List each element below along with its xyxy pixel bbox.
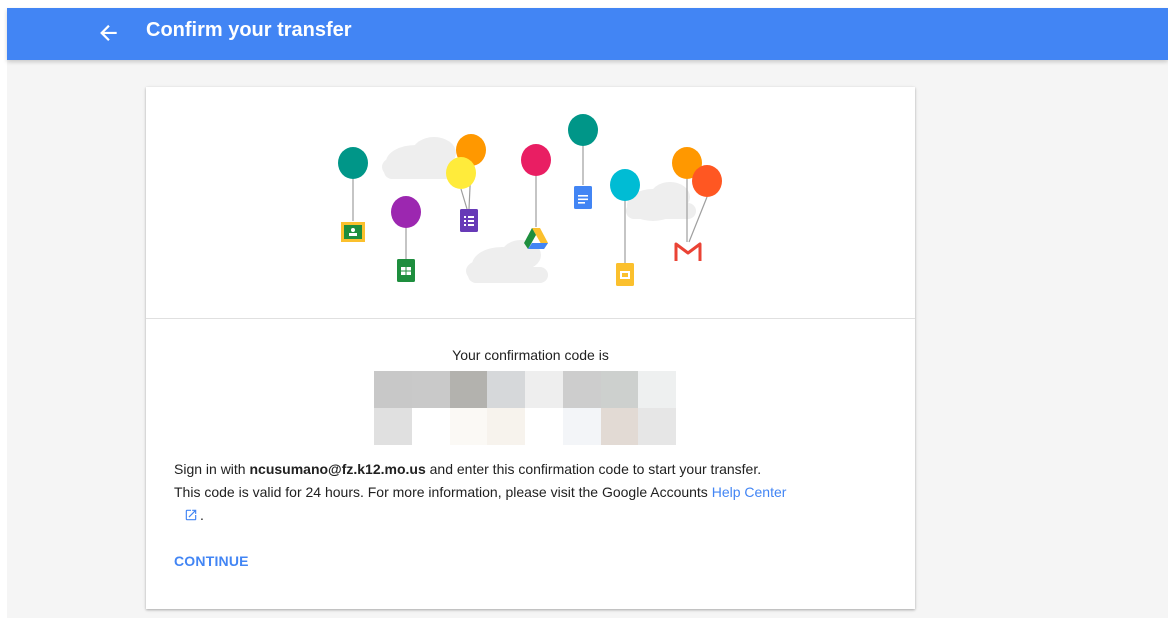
redacted-pixel [600,408,639,445]
redacted-pixel [487,408,525,445]
redacted-pixel [411,408,450,445]
card-divider [146,318,915,319]
redacted-pixel [638,408,676,445]
redacted-pixel [525,408,563,445]
gmail-icon [674,242,702,261]
arrow-left-icon [100,24,117,42]
redacted-pixel [562,371,601,408]
balloons-illustration [146,87,915,318]
redacted-pixel [449,408,488,445]
cloud-shape [382,137,456,179]
help-center-link[interactable]: Help Center [712,484,787,500]
redacted-pixel [562,408,601,445]
redacted-pixel [449,371,488,408]
back-button[interactable] [93,17,125,49]
confirmation-code-label: Your confirmation code is [452,347,609,363]
page-title: Confirm your transfer [146,19,352,41]
instructions-line2: This code is valid for 24 hours. For mor… [174,484,708,500]
redacted-pixel [600,371,639,408]
open-in-new-icon[interactable] [184,508,198,522]
sheets-icon [397,259,415,282]
classroom-icon [341,222,365,242]
redacted-pixel [525,371,563,408]
balloons-graphic [338,114,722,286]
redacted-pixel [374,371,412,408]
trailing-period: . [200,507,204,523]
redacted-pixel [374,408,412,445]
instructions-line1-suffix: and enter this confirmation code to star… [429,461,762,477]
redacted-pixel [638,371,676,408]
redacted-pixel [411,371,450,408]
page: Confirm your transfer Your confirmation … [7,8,1168,618]
drive-icon [524,228,548,249]
docs-icon [574,186,592,209]
slides-icon [616,263,634,286]
transfer-card: Your confirmation code is Sign in with n… [146,87,915,609]
account-email: ncusumano@fz.k12.mo.us [249,461,426,477]
instructions-line1-prefix: Sign in with [174,461,246,477]
app-header: Confirm your transfer [7,8,1168,60]
forms-icon [460,209,478,232]
confirmation-code-redacted [374,371,676,445]
redacted-pixel [487,371,525,408]
instructions-text: Sign in with ncusumano@fz.k12.mo.us and … [174,458,894,527]
continue-button[interactable]: CONTINUE [174,553,249,569]
